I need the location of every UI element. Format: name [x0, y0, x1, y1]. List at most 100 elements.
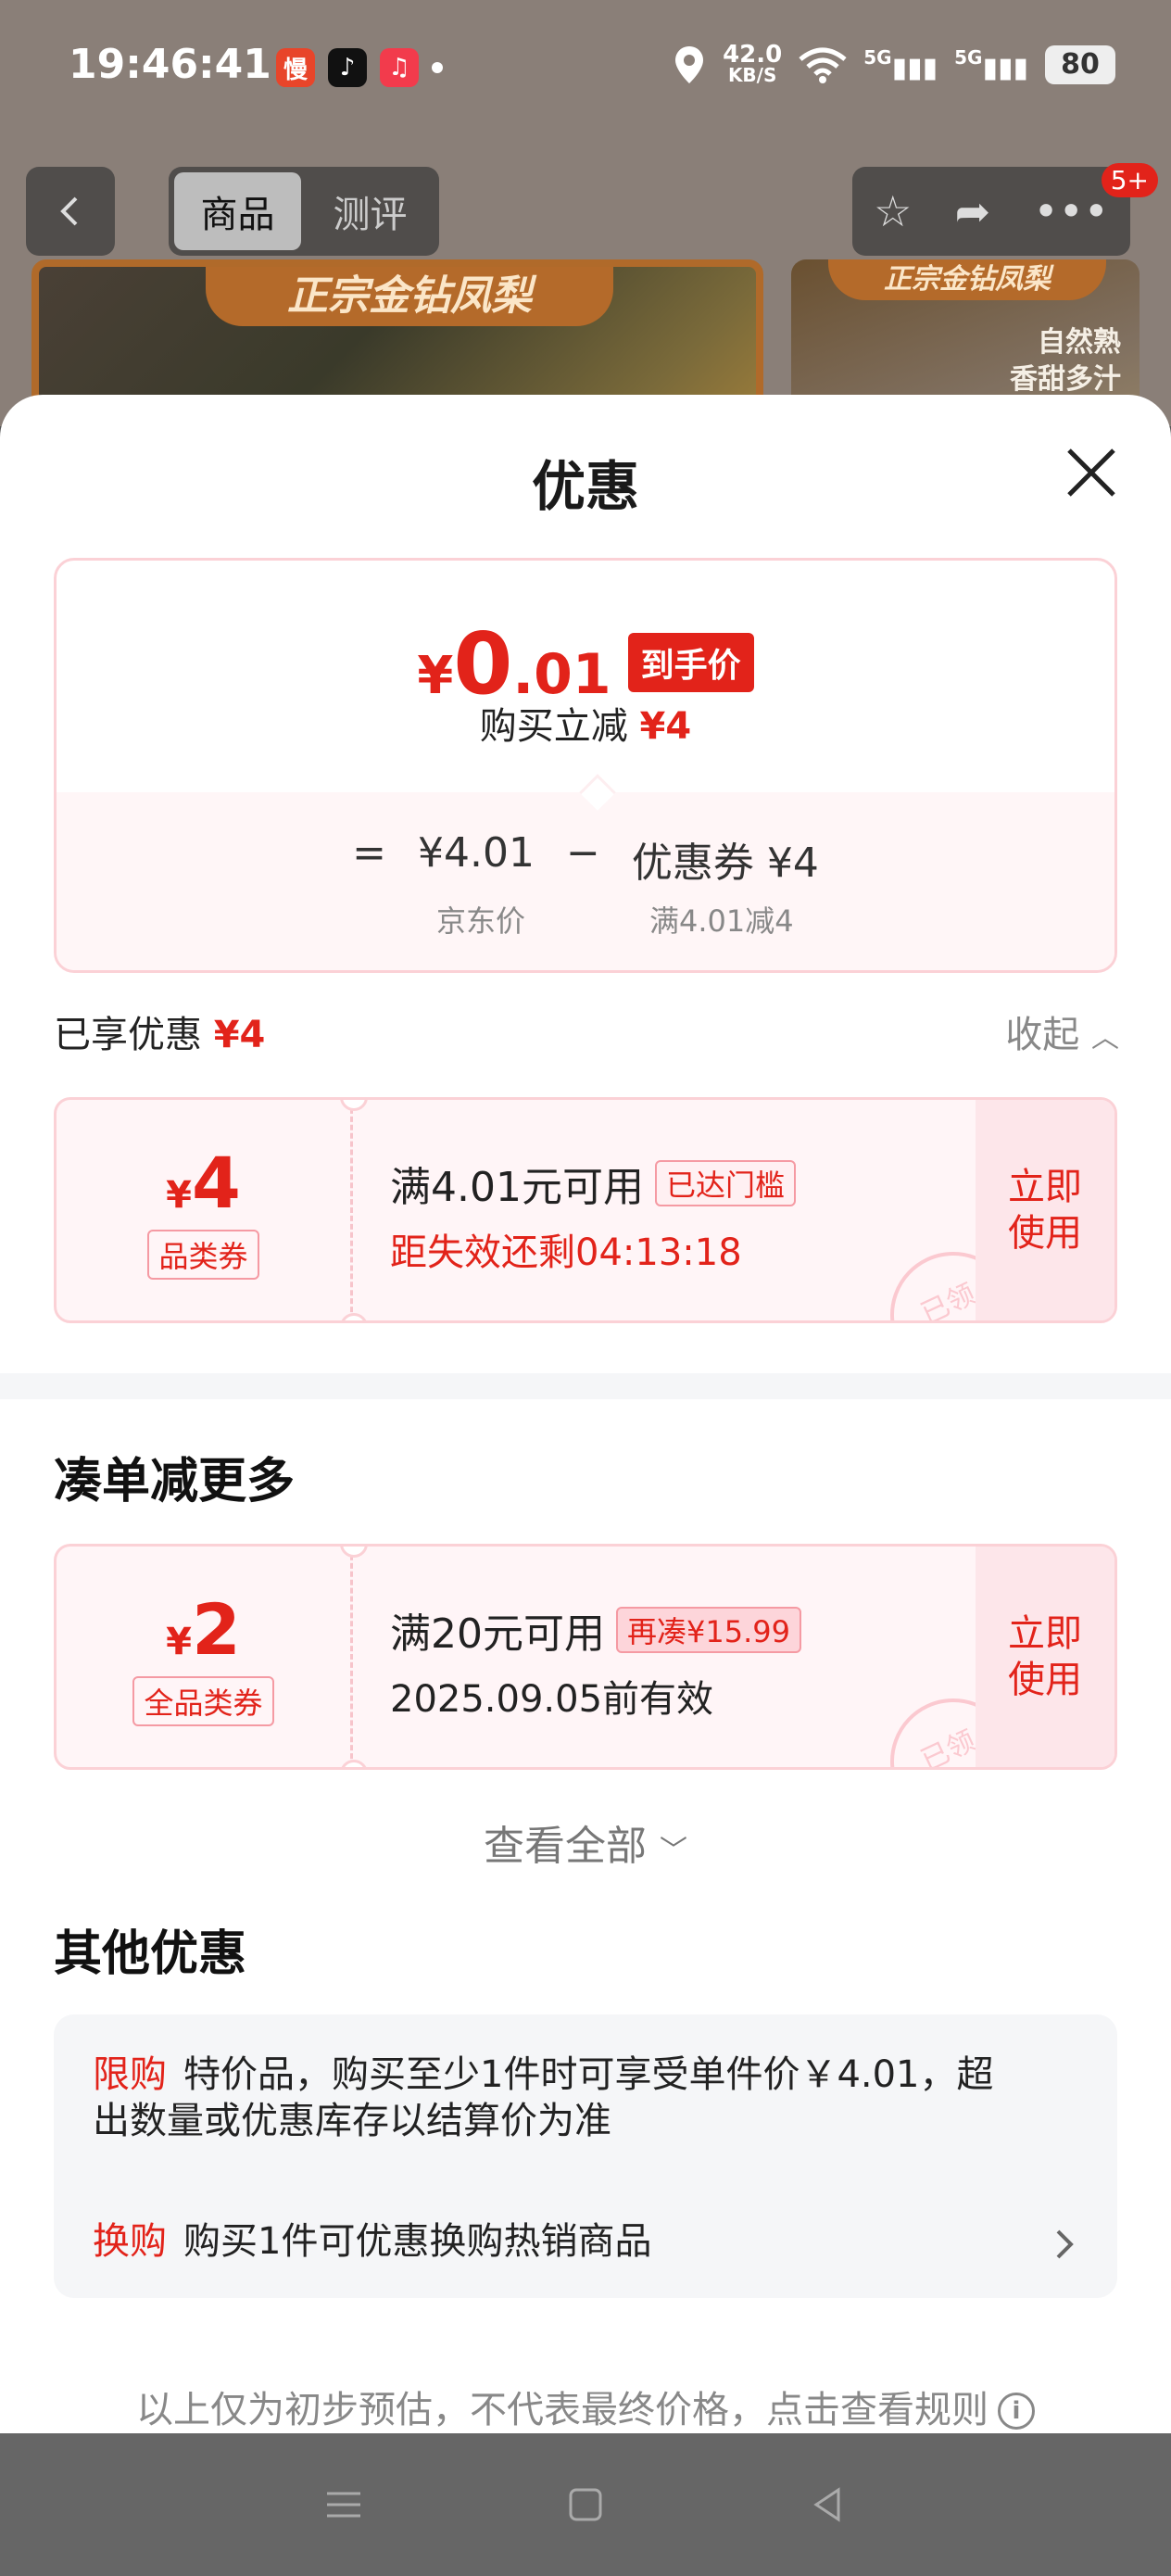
notification-icons: 慢 ♪ ♫ [276, 48, 443, 87]
signal-5g-1-label: 5G [863, 45, 892, 69]
price-calculation: = ¥4.01 − 优惠券 ¥4 [57, 829, 1114, 889]
coupon-currency: ¥ [166, 1173, 192, 1217]
coupon-amount: ¥4 [166, 1142, 241, 1224]
location-icon [675, 46, 704, 83]
use-label-line2: 使用 [1008, 1212, 1082, 1255]
use-coupon-button[interactable]: 立即 使用 [976, 1547, 1114, 1767]
signal-bars-icon: ▮▮▮ [891, 51, 938, 84]
app-notification-icon: 慢 [276, 48, 315, 87]
info-icon[interactable]: i [998, 2393, 1035, 2430]
coupon-details: 满20元可用 再凑¥15.99 2025.09.05前有效 [390, 1600, 801, 1723]
purchase-limit-text-1: 特价品，购买至少1件时可享受单件价￥4.01，超 [183, 2053, 994, 2096]
reduction-line: 购买立减 ¥4 [57, 696, 1114, 750]
use-label-line1: 立即 [1008, 1612, 1082, 1655]
reduction-label: 购买立减 [479, 705, 628, 748]
exchange-purchase-text: 购买1件可优惠换购热销商品 [183, 2220, 652, 2263]
menu-icon[interactable] [321, 2482, 366, 2527]
wifi-icon [799, 47, 847, 83]
enjoyed-label: 已享优惠 [54, 1014, 202, 1056]
share-icon[interactable]: ➦ [955, 186, 991, 236]
chevron-right-icon[interactable] [1052, 2226, 1077, 2263]
enjoyed-value: ¥4 [213, 1014, 266, 1056]
coupon-amount-value: 2 [191, 1587, 241, 1671]
tab-review[interactable]: 测评 [307, 172, 434, 250]
collapse-label: 收起 [1005, 1014, 1080, 1056]
purchase-limit-row: 限购 特价品，购买至少1件时可享受单件价￥4.01，超 出数量或优惠库存以结算价为… [93, 2052, 1062, 2144]
section-divider [0, 1373, 1171, 1399]
clock: 19:46:41 [69, 41, 271, 88]
discount-sheet: 优惠 ¥0.01 到手价 购买立减 ¥4 = ¥4.01 − 优惠券 ¥4 京东价… [0, 395, 1171, 2433]
view-all-label: 查看全部 [484, 1823, 647, 1870]
product-banner: 正宗金钻凤梨 [206, 267, 613, 326]
product-tabs: 商品 测评 [169, 167, 439, 256]
tiktok-icon: ♪ [328, 48, 367, 87]
battery-indicator: 80 [1045, 45, 1115, 84]
coupon-deduction: 优惠券 ¥4 [631, 840, 819, 887]
side-text-line1: 自然熟 [1038, 326, 1121, 359]
coupon-value-section: ¥2 全品类券 [57, 1547, 353, 1767]
network-speed-unit: KB/S [727, 64, 777, 86]
coupon-details: 满4.01元可用 已达门槛 距失效还剩04:13:18 [390, 1154, 796, 1276]
price-summary-card: ¥0.01 到手价 购买立减 ¥4 = ¥4.01 − 优惠券 ¥4 京东价 满4… [54, 558, 1117, 973]
collapse-button[interactable]: 收起 ︿ [1005, 1004, 1119, 1058]
coupon-expiry: 2025.09.05前有效 [390, 1678, 714, 1721]
enjoyed-discount: 已享优惠 ¥4 [54, 1004, 265, 1058]
chevron-up-icon: ︿ [1091, 1022, 1119, 1054]
coupon-type-badge: 全品类券 [132, 1675, 274, 1726]
tab-product[interactable]: 商品 [174, 172, 301, 250]
nav-actions: ☆ ➦ ••• [852, 167, 1130, 256]
product-banner-side: 正宗金钻凤梨 [828, 259, 1106, 300]
threshold-reached-badge: 已达门槛 [654, 1160, 796, 1206]
system-nav-bar [0, 2433, 1171, 2576]
rules-note-text: 以上仅为初步预估，不代表最终价格，点击查看规则 [136, 2389, 988, 2431]
network-speed: 42.0 KB/S [723, 41, 783, 86]
coupon-countdown: 距失效还剩04:13:18 [390, 1231, 742, 1274]
coupon-card-more: ¥2 全品类券 满20元可用 再凑¥15.99 2025.09.05前有效 已领 … [54, 1544, 1117, 1770]
status-indicators: 42.0 KB/S 5G▮▮▮ 5G▮▮▮ 80 [673, 41, 1115, 86]
use-label-line1: 立即 [1008, 1166, 1082, 1208]
reduction-value: ¥4 [639, 705, 692, 748]
signal-5g-1: 5G▮▮▮ [863, 46, 938, 84]
other-discount-box: 限购 特价品，购买至少1件时可享受单件价￥4.01，超 出数量或优惠库存以结算价为… [54, 2014, 1117, 2298]
music-icon: ♫ [380, 48, 419, 87]
coupon-condition-text: 满4.01元可用 [390, 1164, 644, 1211]
chevron-left-icon [60, 196, 78, 226]
back-triangle-icon[interactable] [805, 2482, 850, 2527]
coupon-card-applied: ¥4 品类券 满4.01元可用 已达门槛 距失效还剩04:13:18 已领 立即使… [54, 1097, 1117, 1323]
coupon-value-section: ¥4 品类券 [57, 1100, 353, 1320]
coupon-condition: 满4.01元可用 已达门槛 [390, 1154, 796, 1213]
chevron-down-icon: ﹀ [660, 1835, 687, 1867]
favorite-star-icon[interactable]: ☆ [874, 186, 912, 236]
sheet-title: 优惠 [531, 455, 639, 518]
coupon-type-badge: 品类券 [147, 1229, 259, 1280]
status-bar: 19:46:41 慢 ♪ ♫ 42.0 KB/S 5G▮▮▮ 5G▮▮▮ 80 [0, 0, 1171, 139]
signal-bars-icon: ▮▮▮ [982, 51, 1028, 84]
coupon-amount: ¥2 [166, 1588, 241, 1671]
network-speed-value: 42.0 [723, 41, 783, 69]
message-badge: 5+ [1101, 163, 1158, 197]
calc-equals: = [352, 829, 387, 877]
purchase-limit-text-2: 出数量或优惠库存以结算价为准 [93, 2100, 611, 2142]
jd-price-label: 京东价 [436, 903, 526, 939]
coupon-condition-text: 满20元可用 [390, 1610, 605, 1658]
more-icon[interactable]: ••• [1033, 186, 1108, 236]
back-button[interactable] [26, 167, 115, 256]
exchange-purchase-label: 换购 [93, 2220, 167, 2263]
close-icon[interactable] [1064, 445, 1119, 500]
coupon-condition: 满20元可用 再凑¥15.99 [390, 1600, 801, 1660]
more-discount-title: 凑单减更多 [54, 1454, 296, 1509]
product-side-text: 自然熟 香甜多汁 [1010, 324, 1121, 398]
exchange-purchase-row[interactable]: 换购 购买1件可优惠换购热销商品 [93, 2218, 1062, 2265]
rules-note[interactable]: 以上仅为初步预估，不代表最终价格，点击查看规则 i [0, 2380, 1171, 2433]
more-notifications-dot [432, 62, 443, 73]
add-more-badge: 再凑¥15.99 [616, 1607, 801, 1653]
use-coupon-button[interactable]: 立即 使用 [976, 1100, 1114, 1320]
home-icon[interactable] [563, 2482, 608, 2527]
use-label-line2: 使用 [1008, 1659, 1082, 1701]
calc-minus: − [565, 829, 600, 877]
coupon-amount-value: 4 [191, 1141, 241, 1224]
coupon-rule-label: 满4.01减4 [649, 903, 794, 939]
view-all-button[interactable]: 查看全部 ﹀ [0, 1812, 1171, 1872]
jd-price-value: ¥4.01 [418, 829, 535, 877]
side-text-line2: 香甜多汁 [1010, 363, 1121, 396]
